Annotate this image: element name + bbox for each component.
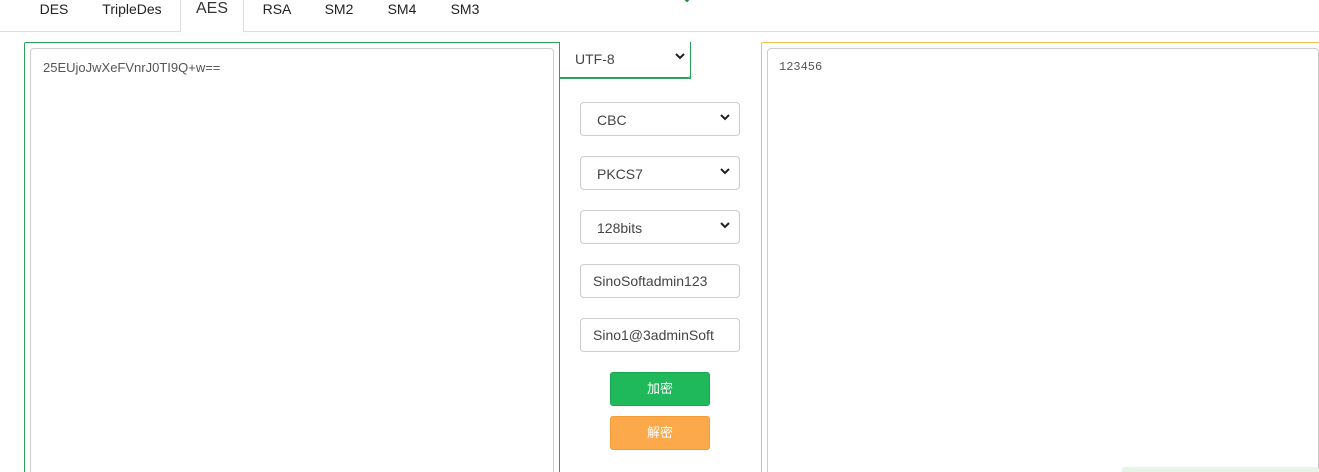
plaintext-output[interactable]: 123456 bbox=[767, 48, 1319, 472]
key-input[interactable] bbox=[580, 264, 740, 298]
chevron-down-icon bbox=[719, 219, 731, 234]
charset-value: UTF-8 bbox=[575, 51, 615, 67]
algorithm-tabs: DES TripleDes AES RSA SM2 SM4 SM3 bbox=[0, 0, 1319, 33]
padding-value: PKCS7 bbox=[597, 166, 643, 182]
key-size-select[interactable]: 128bits bbox=[580, 210, 740, 244]
chevron-down-icon bbox=[674, 50, 686, 65]
tab-aes[interactable]: AES bbox=[180, 0, 244, 33]
tab-sm4[interactable]: SM4 bbox=[377, 0, 427, 32]
tab-des[interactable]: DES bbox=[28, 0, 80, 32]
notification-edge bbox=[1122, 467, 1319, 472]
tab-tripledes[interactable]: TripleDes bbox=[92, 0, 172, 32]
chevron-down-icon bbox=[719, 111, 731, 126]
encrypt-button[interactable]: 加密 bbox=[610, 372, 710, 406]
chevron-down-icon bbox=[719, 165, 731, 180]
mode-value: CBC bbox=[597, 112, 627, 128]
partial-icon bbox=[680, 0, 694, 4]
ciphertext-input[interactable]: 25EUjoJwXeFVnrJ0TI9Q+w== bbox=[30, 48, 554, 472]
mode-select[interactable]: CBC bbox=[580, 102, 740, 136]
tab-sm3[interactable]: SM3 bbox=[440, 0, 490, 32]
key-size-value: 128bits bbox=[597, 220, 643, 236]
decrypt-button[interactable]: 解密 bbox=[610, 416, 710, 450]
padding-select[interactable]: PKCS7 bbox=[580, 156, 740, 190]
tab-sm2[interactable]: SM2 bbox=[314, 0, 364, 32]
tab-rsa[interactable]: RSA bbox=[252, 0, 302, 32]
iv-input[interactable] bbox=[580, 318, 740, 352]
